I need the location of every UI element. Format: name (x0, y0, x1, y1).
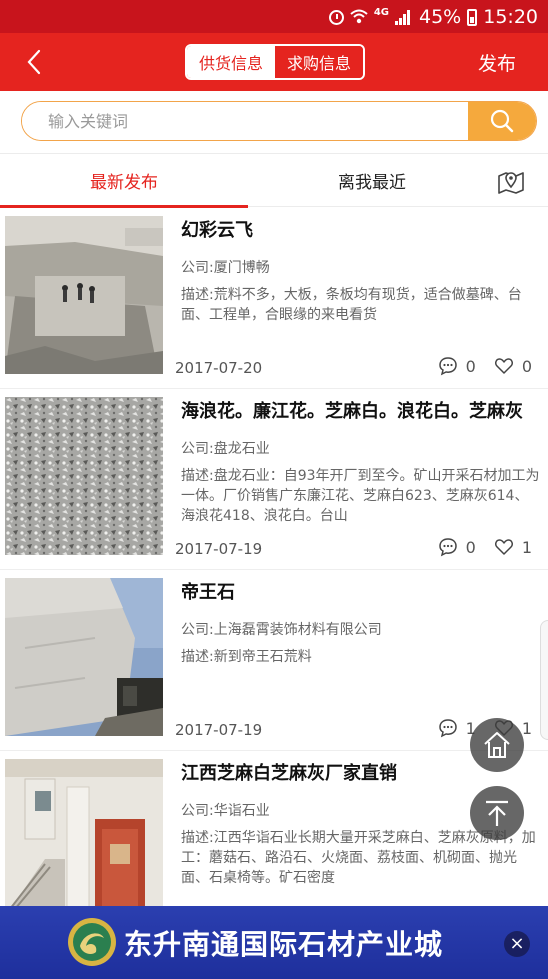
search-input[interactable] (22, 102, 468, 140)
tab-supply[interactable]: 供货信息 (187, 46, 275, 78)
list-item[interactable]: 海浪花。廉江花。芝麻白。浪花白。芝麻灰 公司:盘龙石业 描述:盘龙石业：自93年… (0, 389, 548, 570)
granite-texture-photo (5, 397, 163, 555)
network-type-label: 4G (373, 6, 389, 18)
listing-description: 描述:新到帝王石荒料 (181, 649, 312, 665)
sort-tabs: 最新发布 离我最近 (0, 153, 548, 208)
wifi-icon (350, 8, 368, 26)
quarry-photo (5, 216, 163, 374)
map-button[interactable] (496, 166, 526, 196)
listing-list: 幻彩云飞 公司:厦门博畅 描述:荒料不多，大板，条板均有现货，适合做墓碑、台面、… (0, 208, 548, 932)
listing-date: 2017-07-19 (175, 540, 263, 558)
app-header: 供货信息 求购信息 发布 (0, 33, 548, 91)
listing-description: 描述:盘龙石业：自93年开厂到至今。矿山开采石材加工为一体。厂价销售广东廉江花、… (181, 468, 540, 524)
battery-icon (467, 8, 478, 26)
info-type-switch: 供货信息 求购信息 (185, 44, 365, 80)
comment-count: 0 (465, 537, 476, 557)
listing-company: 公司:上海磊霄装饰材料有限公司 (181, 622, 382, 638)
comment-icon[interactable] (438, 718, 458, 738)
home-icon (484, 732, 510, 758)
like-count: 1 (521, 718, 532, 738)
tab-nearby[interactable]: 离我最近 (248, 154, 496, 207)
search-box (21, 101, 537, 141)
comment-count: 0 (465, 356, 476, 376)
heart-icon[interactable] (494, 537, 514, 557)
alarm-icon (328, 9, 344, 25)
like-count: 0 (521, 356, 532, 376)
listing-title: 帝王石 (181, 582, 235, 603)
ad-banner[interactable]: 东升南通国际石材产业城 × (0, 906, 548, 979)
listing-company: 公司:盘龙石业 (181, 441, 270, 457)
publish-button[interactable]: 发布 (478, 49, 516, 76)
tab-latest[interactable]: 最新发布 (0, 154, 248, 208)
chevron-left-icon (27, 49, 41, 75)
comment-icon[interactable] (438, 537, 458, 557)
side-drawer-handle[interactable] (540, 620, 548, 740)
list-item[interactable]: 帝王石 公司:上海磊霄装饰材料有限公司 描述:新到帝王石荒料 2017-07-1… (0, 570, 548, 751)
listing-stats: 0 1 (438, 537, 532, 557)
list-item[interactable]: 江西芝麻白芝麻灰厂家直销 公司:华诣石业 描述:江西华诣石业长期大量开采芝麻白、… (0, 751, 548, 932)
company-building-photo (5, 759, 163, 917)
search-button[interactable] (468, 102, 536, 140)
list-item[interactable]: 幻彩云飞 公司:厦门博畅 描述:荒料不多，大板，条板均有现货，适合做墓碑、台面、… (0, 208, 548, 389)
listing-date: 2017-07-19 (175, 721, 263, 739)
stone-block-photo (5, 578, 163, 736)
back-to-top-button[interactable] (470, 786, 524, 840)
listing-stats: 0 0 (438, 356, 532, 376)
status-bar: 4G 45% 15:20 (0, 0, 548, 33)
listing-title: 海浪花。廉江花。芝麻白。浪花白。芝麻灰 (181, 401, 523, 422)
back-to-top-icon (486, 800, 508, 826)
listing-title: 幻彩云飞 (181, 220, 253, 241)
search-bar (0, 91, 548, 153)
tab-demand[interactable]: 求购信息 (275, 46, 363, 78)
home-button[interactable] (470, 718, 524, 772)
search-icon (490, 109, 514, 133)
listing-company: 公司:厦门博畅 (181, 260, 270, 276)
back-button[interactable] (20, 46, 50, 78)
heart-icon[interactable] (494, 356, 514, 376)
listing-description: 描述:荒料不多，大板，条板均有现货，适合做墓碑、台面、工程单，合眼缘的来电看货 (181, 287, 522, 323)
listing-date: 2017-07-20 (175, 359, 263, 377)
comment-icon[interactable] (438, 356, 458, 376)
banner-text: 东升南通国际石材产业城 (124, 928, 444, 961)
map-pin-icon (498, 172, 524, 194)
brand-logo (68, 918, 116, 966)
close-ad-button[interactable]: × (504, 931, 530, 957)
like-count: 1 (521, 537, 532, 557)
battery-percent: 45% (419, 6, 462, 28)
clock: 15:20 (483, 6, 538, 28)
signal-icon (395, 9, 413, 25)
